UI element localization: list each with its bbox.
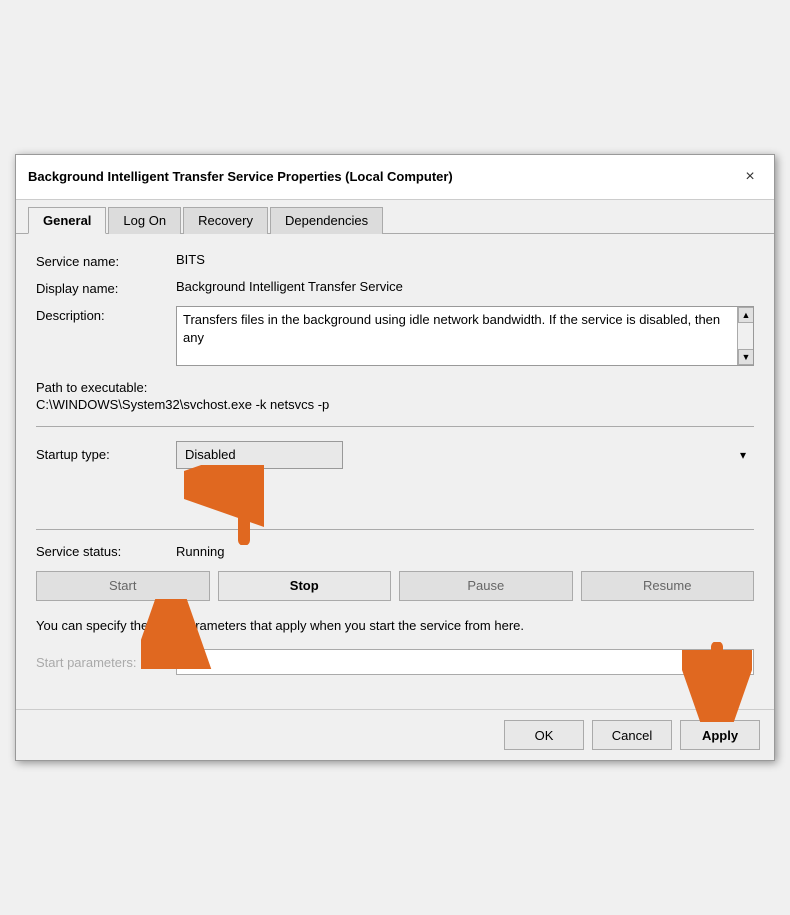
tab-general[interactable]: General	[28, 207, 106, 234]
arrow-to-dropdown	[184, 465, 274, 545]
tab-dependencies[interactable]: Dependencies	[270, 207, 383, 234]
description-box[interactable]: Transfers files in the background using …	[176, 306, 754, 366]
display-name-value: Background Intelligent Transfer Service	[176, 279, 754, 294]
service-control-buttons: Start Stop Pause Resume	[36, 571, 754, 601]
scroll-up-btn[interactable]: ▲	[738, 307, 754, 323]
path-label: Path to executable:	[36, 380, 754, 395]
path-value: C:\WINDOWS\System32\svchost.exe -k netsv…	[36, 397, 754, 412]
separator-2	[36, 529, 754, 530]
description-row: Description: Transfers files in the back…	[36, 306, 754, 366]
cancel-button[interactable]: Cancel	[592, 720, 672, 750]
tab-recovery[interactable]: Recovery	[183, 207, 268, 234]
startup-type-select[interactable]: Automatic Automatic (Delayed Start) Manu…	[176, 441, 343, 469]
description-text: Transfers files in the background using …	[183, 311, 747, 347]
startup-type-label: Startup type:	[36, 447, 176, 462]
service-name-row: Service name: BITS	[36, 252, 754, 269]
start-params-label: Start parameters:	[36, 655, 176, 670]
display-name-row: Display name: Background Intelligent Tra…	[36, 279, 754, 296]
tab-content: Service name: BITS Display name: Backgro…	[16, 234, 774, 709]
apply-button[interactable]: Apply	[680, 720, 760, 750]
scroll-down-btn[interactable]: ▼	[738, 349, 754, 365]
start-button[interactable]: Start	[36, 571, 210, 601]
footer: OK Cancel Apply	[16, 709, 774, 760]
path-section: Path to executable: C:\WINDOWS\System32\…	[36, 380, 754, 412]
ok-button[interactable]: OK	[504, 720, 584, 750]
title-bar: Background Intelligent Transfer Service …	[16, 155, 774, 200]
service-status-row: Service status: Running	[36, 544, 754, 559]
service-status-label: Service status:	[36, 544, 176, 559]
description-label: Description:	[36, 306, 176, 323]
dialog-title: Background Intelligent Transfer Service …	[28, 169, 453, 184]
separator-1	[36, 426, 754, 427]
tab-bar: General Log On Recovery Dependencies	[16, 200, 774, 234]
close-button[interactable]: ×	[738, 165, 762, 189]
start-params-input[interactable]	[176, 649, 754, 675]
properties-dialog: Background Intelligent Transfer Service …	[15, 154, 775, 761]
description-scrollbar[interactable]: ▲ ▼	[737, 307, 753, 365]
service-name-value: BITS	[176, 252, 754, 267]
startup-type-wrapper: Automatic Automatic (Delayed Start) Manu…	[176, 441, 754, 469]
hint-text: You can specify the start parameters tha…	[36, 617, 754, 635]
stop-button[interactable]: Stop	[218, 571, 392, 601]
service-name-label: Service name:	[36, 252, 176, 269]
arrow-to-apply	[682, 642, 752, 722]
pause-button[interactable]: Pause	[399, 571, 573, 601]
startup-type-row: Startup type: Automatic Automatic (Delay…	[36, 441, 754, 469]
display-name-label: Display name:	[36, 279, 176, 296]
service-status-value: Running	[176, 544, 224, 559]
resume-button[interactable]: Resume	[581, 571, 755, 601]
start-params-row: Start parameters:	[36, 649, 754, 675]
tab-logon[interactable]: Log On	[108, 207, 181, 234]
